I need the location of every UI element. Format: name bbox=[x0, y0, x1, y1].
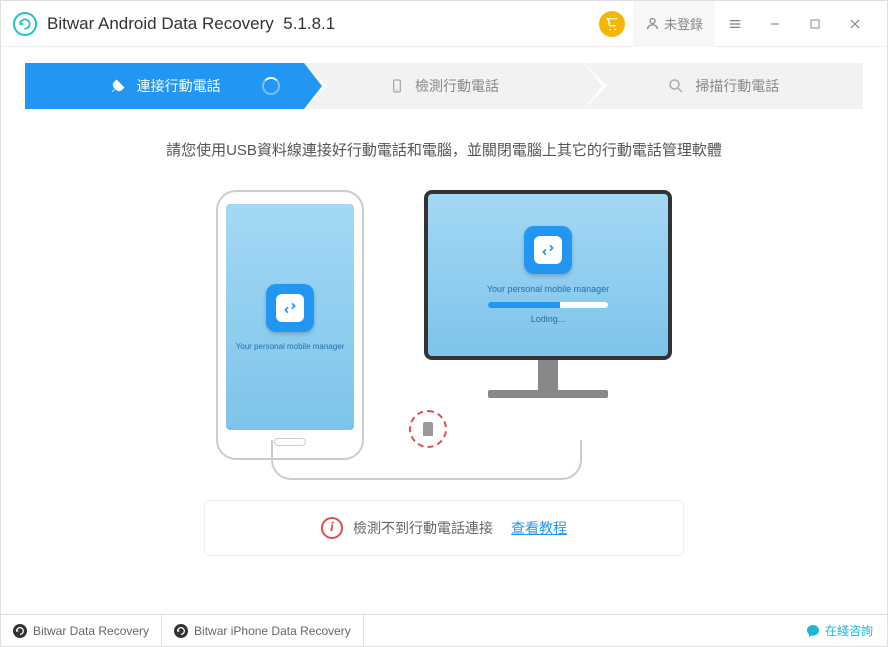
stepper: 連接行動電話 檢測行動電話 掃描行動電話 bbox=[25, 63, 863, 109]
cart-button[interactable] bbox=[599, 11, 625, 37]
footer-product-1[interactable]: Bitwar Data Recovery bbox=[1, 615, 162, 646]
step-label: 掃描行動電話 bbox=[695, 76, 779, 96]
spinner-icon bbox=[262, 77, 280, 95]
app-logo-icon bbox=[13, 12, 37, 36]
step-detect[interactable]: 檢測行動電話 bbox=[304, 63, 583, 109]
progress-bar bbox=[488, 302, 608, 308]
plug-icon bbox=[109, 77, 127, 95]
recovery-icon bbox=[174, 624, 188, 638]
step-label: 檢測行動電話 bbox=[415, 76, 499, 96]
info-icon: i bbox=[321, 517, 343, 539]
phone-app-icon bbox=[266, 284, 314, 332]
tutorial-link[interactable]: 查看教程 bbox=[511, 518, 567, 538]
device-icon bbox=[389, 78, 405, 94]
chat-icon bbox=[805, 623, 821, 639]
monitor-illustration: Your personal mobile manager Loding... bbox=[424, 190, 672, 398]
status-box: i 檢測不到行動電話連接 查看教程 bbox=[204, 500, 684, 556]
usb-plug-icon bbox=[423, 422, 433, 436]
step-scan[interactable]: 掃描行動電話 bbox=[584, 63, 863, 109]
phone-illustration: Your personal mobile manager bbox=[216, 190, 364, 460]
chat-button[interactable]: 在綫咨詢 bbox=[791, 615, 887, 646]
phone-screen: Your personal mobile manager bbox=[226, 204, 354, 430]
footer-product-2[interactable]: Bitwar iPhone Data Recovery bbox=[162, 615, 364, 646]
status-text: 檢測不到行動電話連接 bbox=[353, 518, 493, 538]
instruction-text: 請您使用USB資料線連接好行動電話和電腦，並關閉電腦上其它的行動電話管理軟體 bbox=[41, 139, 847, 160]
login-button[interactable]: 未登錄 bbox=[633, 1, 715, 47]
step-label: 連接行動電話 bbox=[137, 76, 221, 96]
footer-product-2-label: Bitwar iPhone Data Recovery bbox=[194, 624, 351, 638]
monitor-app-icon bbox=[524, 226, 572, 274]
recovery-icon bbox=[13, 624, 27, 638]
minimize-button[interactable] bbox=[755, 1, 795, 47]
usb-cable bbox=[271, 440, 582, 480]
step-connect[interactable]: 連接行動電話 bbox=[25, 63, 304, 109]
monitor-manager-text: Your personal mobile manager bbox=[487, 284, 609, 294]
close-button[interactable] bbox=[835, 1, 875, 47]
chat-label: 在綫咨詢 bbox=[825, 622, 873, 639]
search-icon bbox=[667, 77, 685, 95]
loading-text: Loding... bbox=[531, 314, 566, 324]
main-content: 請您使用USB資料線連接好行動電話和電腦，並關閉電腦上其它的行動電話管理軟體 Y… bbox=[1, 109, 887, 614]
app-title: Bitwar Android Data Recovery 5.1.8.1 bbox=[47, 14, 335, 34]
footer: Bitwar Data Recovery Bitwar iPhone Data … bbox=[1, 614, 887, 646]
monitor-screen: Your personal mobile manager Loding... bbox=[424, 190, 672, 360]
maximize-button[interactable] bbox=[795, 1, 835, 47]
phone-manager-text: Your personal mobile manager bbox=[236, 342, 345, 351]
login-label: 未登錄 bbox=[664, 14, 703, 33]
footer-product-1-label: Bitwar Data Recovery bbox=[33, 624, 149, 638]
titlebar: Bitwar Android Data Recovery 5.1.8.1 未登錄 bbox=[1, 1, 887, 47]
menu-button[interactable] bbox=[715, 1, 755, 47]
devices-illustration: Your personal mobile manager Your person… bbox=[41, 190, 847, 470]
